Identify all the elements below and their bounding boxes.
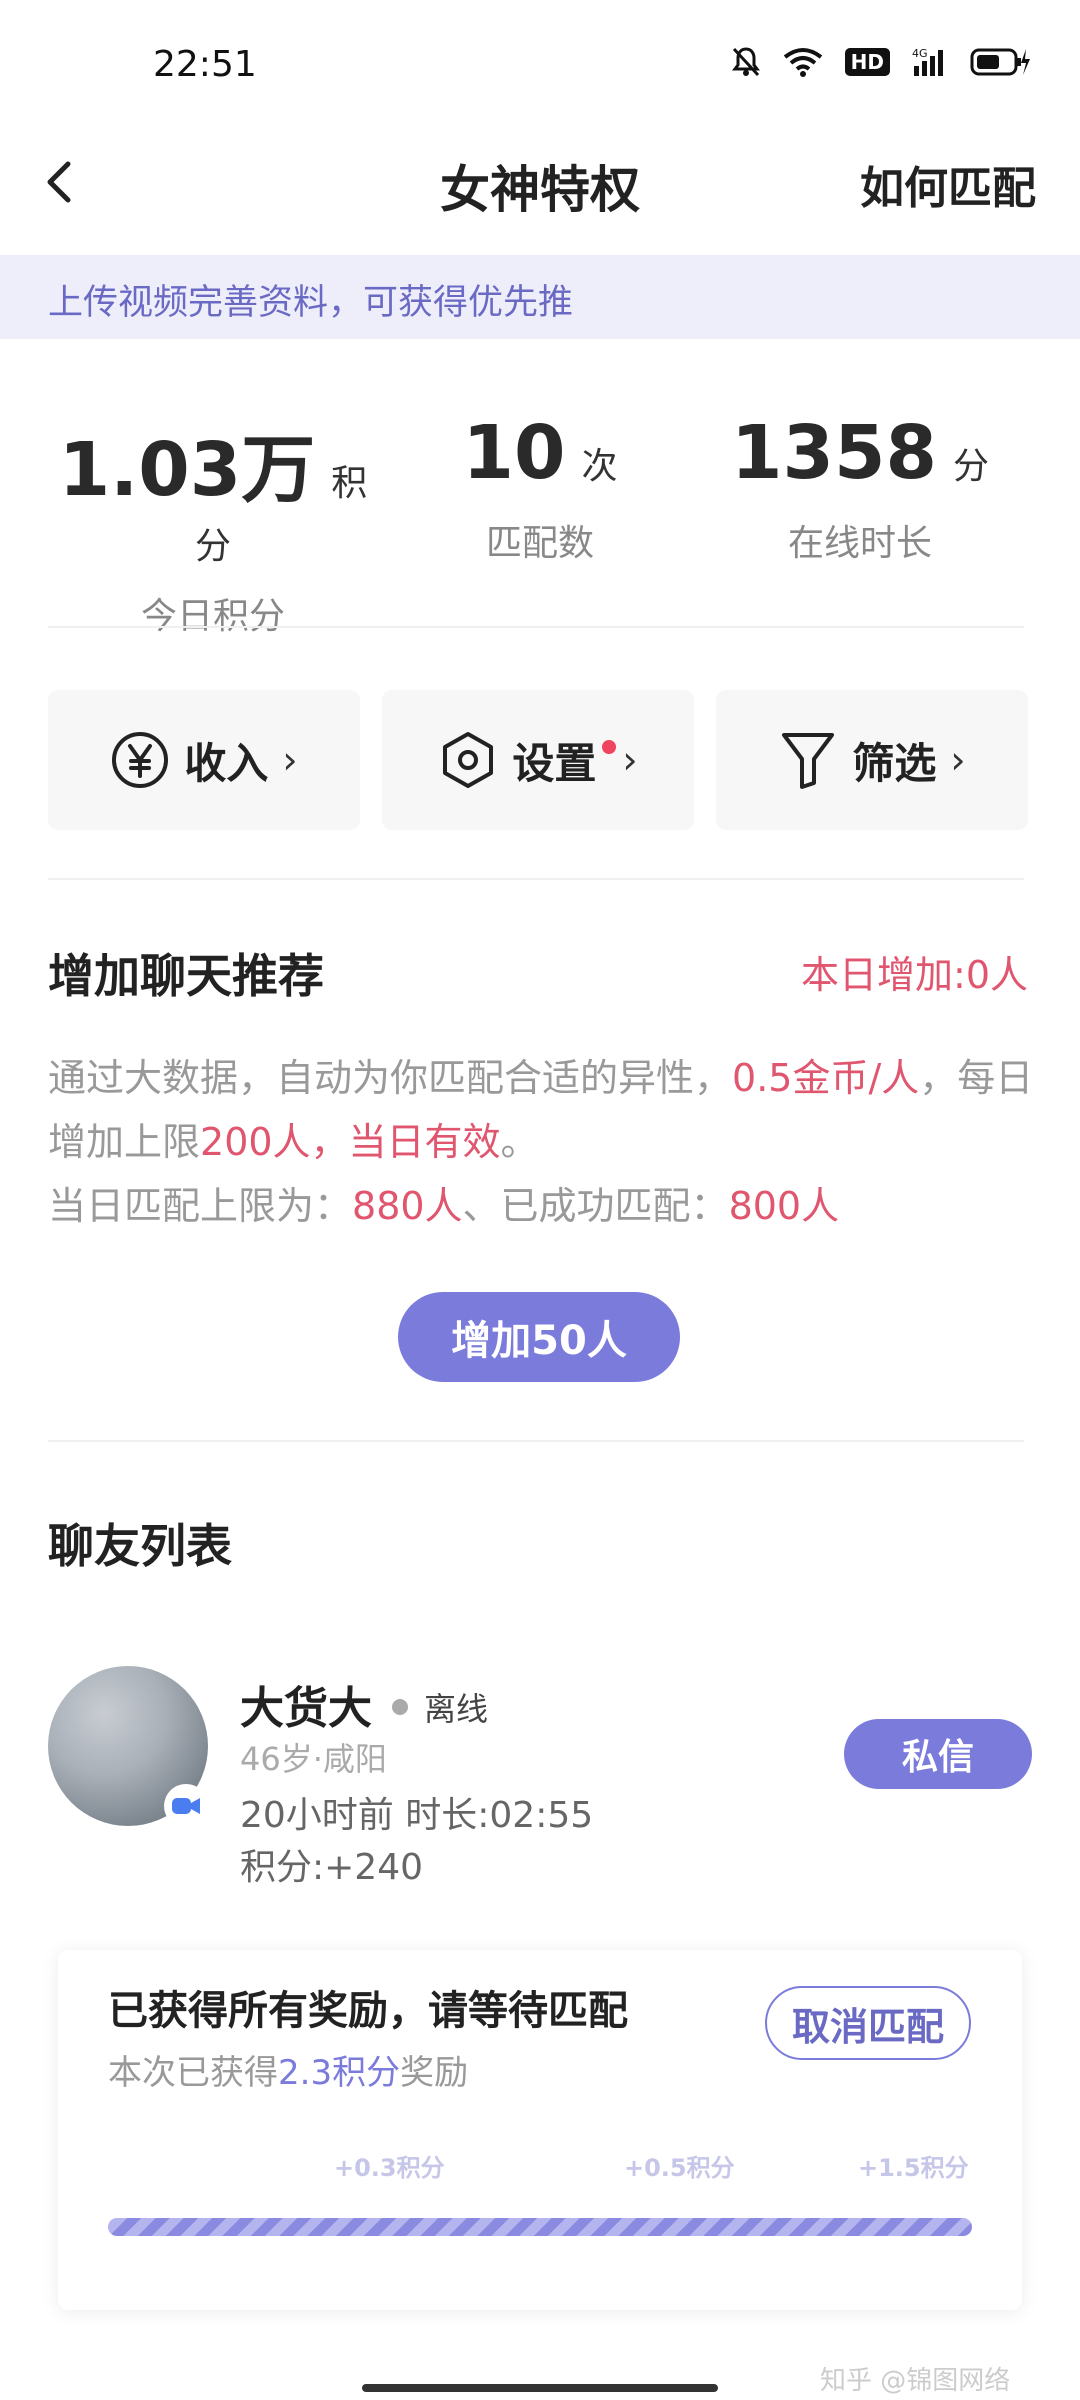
status-text: 离线: [424, 1690, 489, 1728]
divider: [48, 878, 1024, 880]
today-added: 本日增加:0人: [801, 953, 1028, 997]
desc-max: 880人: [352, 1184, 463, 1228]
bell-muted-icon: [731, 47, 760, 77]
friend-status: 离线: [392, 1684, 488, 1730]
reward-subtitle: 本次已获得2.3积分奖励: [108, 2045, 468, 2094]
stat-matches: 10 次 匹配数: [400, 410, 680, 566]
milestone-label: +0.3积分: [334, 2154, 445, 2182]
stat-points: 1.03万 积分 今日积分: [48, 410, 378, 639]
watermark: 知乎 @锦图网络: [820, 2366, 1011, 2396]
status-time: 22:51: [153, 44, 257, 85]
desc-text: 当日匹配上限为：: [48, 1184, 353, 1228]
desc-matched: 800人: [728, 1184, 840, 1228]
income-label: 收入: [184, 738, 269, 788]
desc-text: 、已成功匹配：: [462, 1184, 729, 1228]
stat-label: 在线时长: [787, 523, 932, 564]
home-indicator[interactable]: [362, 2384, 718, 2392]
desc-price: 0.5金币/人: [732, 1056, 920, 1100]
hexagon-settings-icon: [443, 732, 494, 788]
stat-label: 匹配数: [485, 523, 594, 564]
add-50-button[interactable]: 增加50人: [398, 1292, 680, 1382]
stat-online-time: 1358 分 在线时长: [710, 410, 1010, 566]
filter-button[interactable]: 筛选 ›: [716, 690, 1028, 830]
friend-list-title: 聊友列表: [48, 1519, 232, 1573]
income-button[interactable]: 收入 ›: [48, 690, 360, 830]
how-match-link[interactable]: 如何匹配: [860, 152, 1036, 216]
settings-button[interactable]: 设置 ›: [382, 690, 694, 830]
stat-value: 1358: [731, 410, 937, 496]
friend-name: 大货大: [240, 1683, 372, 1734]
chevron-right-icon: ›: [282, 738, 298, 782]
banner-text: 上传视频完善资料，可获得优先推: [48, 283, 574, 323]
reward-sub-points: 2.3积分: [278, 2053, 401, 2093]
reward-title: 已获得所有奖励，请等待匹配: [108, 1988, 628, 2034]
chevron-right-icon: ›: [622, 738, 638, 782]
video-badge: [164, 1784, 208, 1828]
reward-progress-bar: [108, 2218, 972, 2236]
stat-value: 1.03万: [58, 427, 316, 513]
notification-dot: [602, 740, 617, 754]
stat-unit: 分: [952, 446, 989, 487]
friend-time-duration: 20小时前 时长:02:55: [240, 1795, 594, 1836]
milestone-label: +1.5积分: [858, 2154, 969, 2182]
battery-icon: [970, 48, 1030, 76]
cancel-match-button[interactable]: 取消匹配: [765, 1986, 971, 2060]
milestone-label: +0.5积分: [624, 2154, 735, 2182]
divider: [48, 626, 1024, 628]
stat-value: 10: [462, 410, 566, 496]
divider: [48, 1440, 1024, 1442]
recommend-description: 通过大数据，自动为你匹配合适的异性，0.5金币/人，每日增加上限200人，当日有…: [48, 1046, 1038, 1238]
video-camera-icon: [172, 1798, 200, 1814]
filter-icon: [782, 733, 835, 789]
stat-label: 今日积分: [140, 596, 285, 637]
status-icons: HD 4G: [731, 46, 1030, 78]
wifi-icon: [783, 48, 822, 77]
settings-label: 设置: [512, 738, 597, 788]
friend-points: 积分:+240: [240, 1847, 424, 1888]
stat-unit: 次: [581, 446, 618, 487]
reward-sub-text: 奖励: [400, 2053, 469, 2093]
svg-text:4G: 4G: [912, 47, 928, 60]
friend-age-location: 46岁·咸阳: [240, 1740, 387, 1778]
yen-icon: [112, 732, 169, 788]
offline-dot: [392, 1699, 408, 1715]
chevron-right-icon: ›: [950, 738, 966, 782]
reward-sub-text: 本次已获得: [108, 2053, 278, 2093]
private-message-button[interactable]: 私信: [844, 1719, 1032, 1789]
desc-limit: 200人，当日有效: [200, 1120, 501, 1164]
desc-text: 。: [500, 1120, 539, 1164]
desc-text: 通过大数据，自动为你匹配合适的异性，: [48, 1056, 733, 1100]
signal-icon: 4G: [912, 47, 943, 76]
filter-label: 筛选: [852, 738, 937, 788]
hd-badge: HD: [844, 48, 890, 76]
recommend-title: 增加聊天推荐: [48, 949, 324, 1003]
